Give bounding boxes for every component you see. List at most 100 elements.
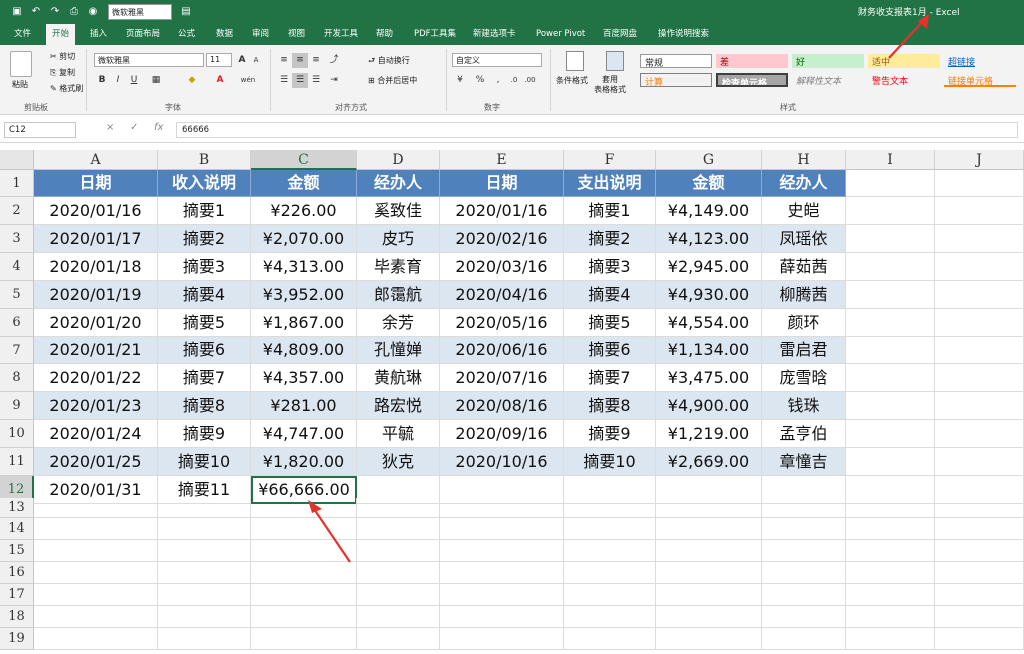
- empty-cell[interactable]: [846, 170, 935, 197]
- empty-cell[interactable]: [440, 628, 564, 650]
- decrease-decimal-icon[interactable]: .00: [522, 73, 538, 88]
- empty-cell[interactable]: [656, 562, 762, 584]
- empty-cell[interactable]: [251, 540, 357, 562]
- table-cell[interactable]: 摘要4: [564, 281, 656, 309]
- style-linked-cell[interactable]: 链接单元格: [944, 73, 1016, 87]
- table-cell[interactable]: 雷启君: [762, 337, 846, 364]
- font-color-icon[interactable]: A: [212, 73, 228, 88]
- empty-cell[interactable]: [158, 606, 251, 628]
- empty-cell[interactable]: [846, 584, 935, 606]
- table-cell[interactable]: 史皑: [762, 197, 846, 225]
- empty-cell[interactable]: [935, 518, 1024, 540]
- table-cell[interactable]: ¥3,952.00: [251, 281, 357, 309]
- save-icon[interactable]: ▣: [8, 3, 26, 21]
- table-cell[interactable]: 2020/01/23: [34, 392, 158, 420]
- empty-cell[interactable]: [656, 518, 762, 540]
- tab-8[interactable]: 开发工具: [318, 24, 364, 45]
- table-cell[interactable]: 凤瑶依: [762, 225, 846, 253]
- shrink-font-button[interactable]: A: [248, 53, 264, 68]
- empty-cell[interactable]: [158, 562, 251, 584]
- table-cell[interactable]: ¥4,123.00: [656, 225, 762, 253]
- empty-cell[interactable]: [440, 498, 564, 518]
- empty-cell[interactable]: [34, 562, 158, 584]
- table-header-cell[interactable]: 金额: [251, 170, 357, 197]
- insert-function-icon[interactable]: fx: [154, 122, 163, 133]
- select-all-corner[interactable]: [0, 150, 34, 170]
- empty-cell[interactable]: [158, 584, 251, 606]
- conditional-format-button[interactable]: 条件格式: [556, 75, 588, 86]
- align-top-icon[interactable]: ≡: [276, 53, 292, 68]
- table-cell[interactable]: 摘要6: [158, 337, 251, 364]
- empty-cell[interactable]: [846, 364, 935, 392]
- style-bad[interactable]: 差: [716, 54, 788, 68]
- empty-cell[interactable]: [762, 518, 846, 540]
- table-cell[interactable]: 2020/01/17: [34, 225, 158, 253]
- empty-cell[interactable]: [34, 606, 158, 628]
- row-header-10[interactable]: 10: [0, 420, 34, 448]
- empty-cell[interactable]: [440, 584, 564, 606]
- row-header-6[interactable]: 6: [0, 309, 34, 337]
- table-cell[interactable]: 2020/01/19: [34, 281, 158, 309]
- align-middle-icon[interactable]: ≡: [292, 53, 308, 68]
- empty-cell[interactable]: [440, 562, 564, 584]
- tab-4[interactable]: 公式: [172, 24, 201, 45]
- empty-cell[interactable]: [656, 628, 762, 650]
- row-header-7[interactable]: 7: [0, 337, 34, 364]
- table-header-cell[interactable]: 收入说明: [158, 170, 251, 197]
- empty-cell[interactable]: [357, 606, 440, 628]
- font-size-select[interactable]: 11: [206, 53, 232, 67]
- table-cell[interactable]: 2020/01/16: [34, 197, 158, 225]
- empty-cell[interactable]: [935, 562, 1024, 584]
- empty-cell[interactable]: [34, 498, 158, 518]
- table-cell[interactable]: 柳腾茜: [762, 281, 846, 309]
- column-header-E[interactable]: E: [440, 150, 564, 170]
- table-cell[interactable]: ¥2,070.00: [251, 225, 357, 253]
- row-header-8[interactable]: 8: [0, 364, 34, 392]
- empty-cell[interactable]: [251, 498, 357, 518]
- style-check-cell[interactable]: 检查单元格: [716, 73, 788, 87]
- empty-cell[interactable]: [846, 498, 935, 518]
- style-explanatory[interactable]: 解释性文本: [792, 73, 864, 87]
- empty-cell[interactable]: [158, 628, 251, 650]
- table-cell[interactable]: ¥1,134.00: [656, 337, 762, 364]
- tab-7[interactable]: 视图: [282, 24, 311, 45]
- table-cell[interactable]: ¥281.00: [251, 392, 357, 420]
- table-cell[interactable]: ¥1,820.00: [251, 448, 357, 476]
- table-header-cell[interactable]: 经办人: [762, 170, 846, 197]
- row-header-13[interactable]: 13: [0, 498, 34, 518]
- table-cell[interactable]: 摘要10: [158, 448, 251, 476]
- empty-cell[interactable]: [564, 540, 656, 562]
- table-cell[interactable]: 摘要9: [564, 420, 656, 448]
- empty-cell[interactable]: [251, 562, 357, 584]
- table-cell[interactable]: 孟亨伯: [762, 420, 846, 448]
- empty-cell[interactable]: [762, 584, 846, 606]
- table-cell[interactable]: ¥226.00: [251, 197, 357, 225]
- empty-cell[interactable]: [846, 337, 935, 364]
- table-cell[interactable]: ¥2,945.00: [656, 253, 762, 281]
- table-cell[interactable]: 摘要4: [158, 281, 251, 309]
- qat-font-box[interactable]: 微软雅黑: [108, 4, 172, 20]
- table-cell[interactable]: 庞雪晗: [762, 364, 846, 392]
- orientation-icon[interactable]: ⤴: [326, 53, 342, 68]
- table-header-cell[interactable]: 日期: [440, 170, 564, 197]
- table-cell[interactable]: 2020/01/22: [34, 364, 158, 392]
- paste-special-icon[interactable]: ▤: [177, 3, 195, 21]
- empty-cell[interactable]: [762, 606, 846, 628]
- table-cell[interactable]: 摘要9: [158, 420, 251, 448]
- empty-cell[interactable]: [935, 170, 1024, 197]
- table-cell[interactable]: 2020/07/16: [440, 364, 564, 392]
- redo-icon[interactable]: ↷: [46, 3, 64, 21]
- empty-cell[interactable]: [935, 420, 1024, 448]
- table-cell[interactable]: 皮巧: [357, 225, 440, 253]
- empty-cell[interactable]: [440, 540, 564, 562]
- percent-icon[interactable]: %: [472, 73, 488, 88]
- table-cell[interactable]: 余芳: [357, 309, 440, 337]
- table-cell[interactable]: 摘要5: [564, 309, 656, 337]
- tab-0[interactable]: 文件: [8, 24, 37, 45]
- table-cell[interactable]: 2020/02/16: [440, 225, 564, 253]
- align-bottom-icon[interactable]: ≡: [308, 53, 324, 68]
- print-preview-icon[interactable]: ⎙: [65, 3, 83, 21]
- style-calculation[interactable]: 计算: [640, 73, 712, 87]
- empty-cell[interactable]: [564, 606, 656, 628]
- table-cell[interactable]: 2020/01/25: [34, 448, 158, 476]
